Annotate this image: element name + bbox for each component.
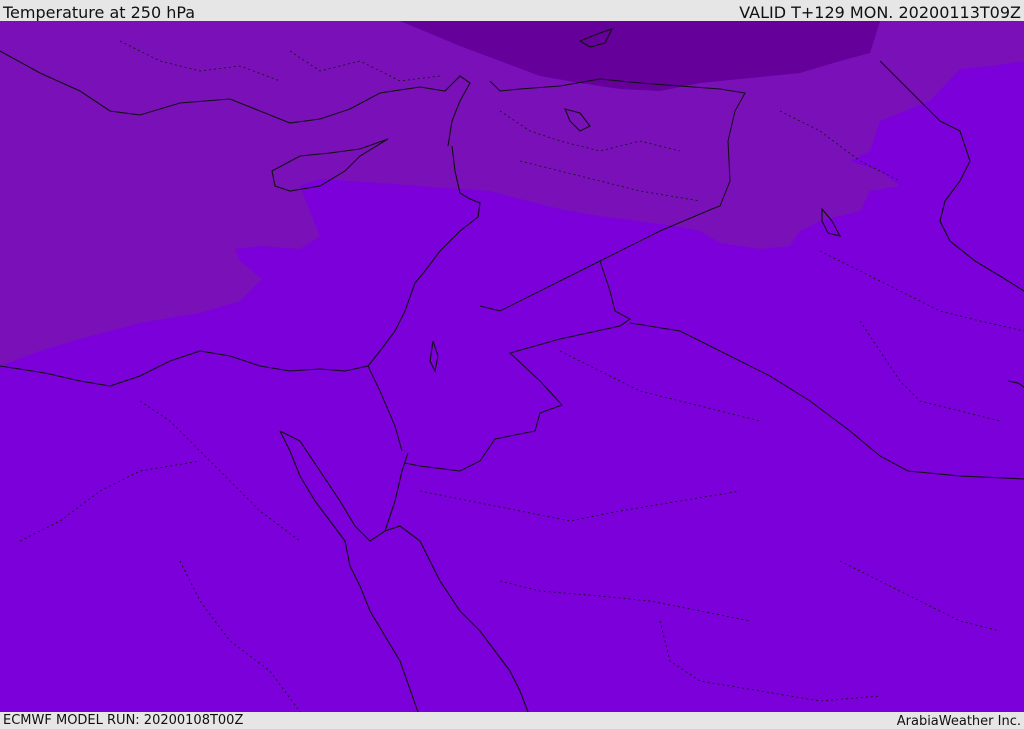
weather-map[interactable] xyxy=(0,21,1024,712)
valid-time: VALID T+129 MON. 20200113T09Z xyxy=(739,3,1021,22)
header-bar: Temperature at 250 hPa VALID T+129 MON. … xyxy=(0,0,1024,22)
model-run: ECMWF MODEL RUN: 20200108T00Z xyxy=(3,713,244,728)
map-title: Temperature at 250 hPa xyxy=(3,3,196,22)
footer-bar: ECMWF MODEL RUN: 20200108T00Z ArabiaWeat… xyxy=(0,712,1024,729)
map-canvas xyxy=(0,21,1024,712)
credit-label: ArabiaWeather Inc. xyxy=(896,714,1021,729)
